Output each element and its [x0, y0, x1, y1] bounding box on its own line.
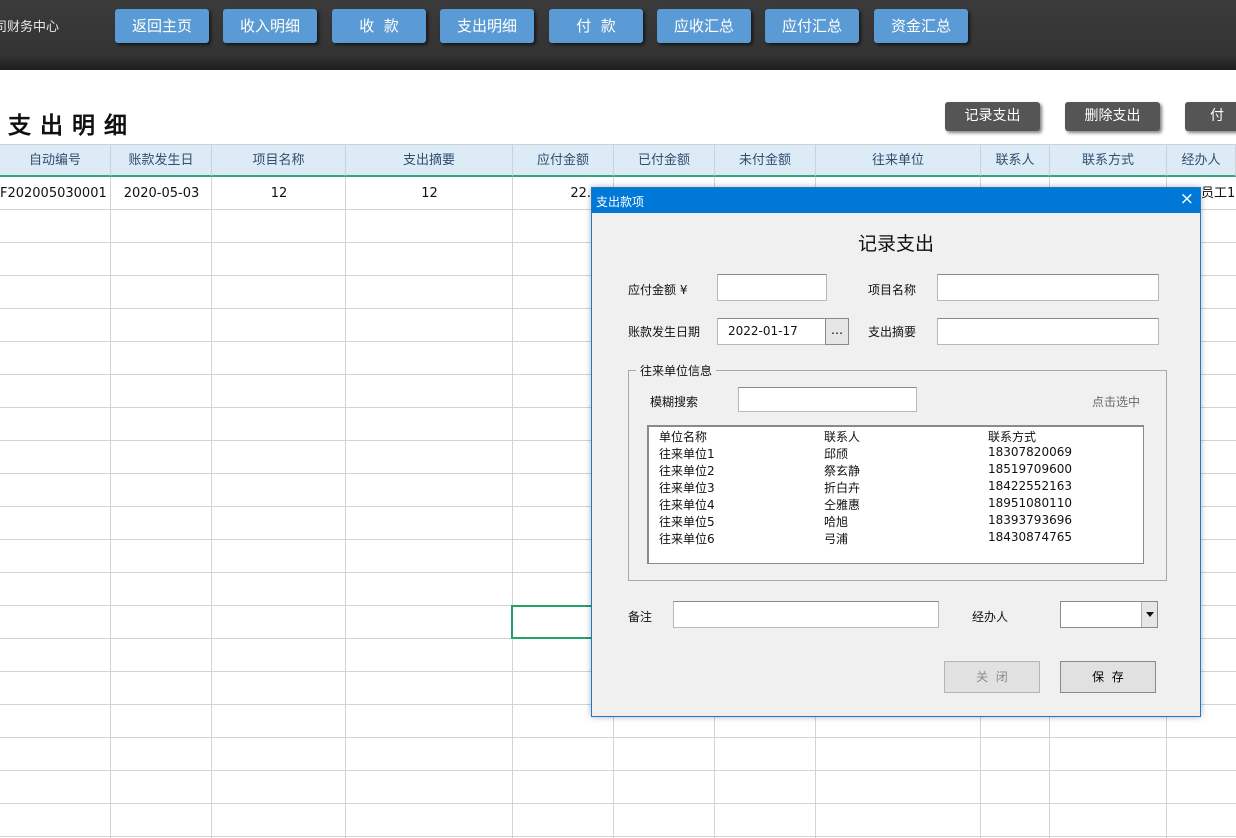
col-header-unpaid[interactable]: 未付金额	[715, 144, 816, 177]
list-item-phone: 18393793696	[988, 513, 1072, 527]
dialog-titlebar: 支出款项 ×	[592, 188, 1200, 213]
list-item[interactable]: 往来单位1 邱颀 18307820069	[659, 445, 1139, 462]
cell-date[interactable]: 2020-05-03	[111, 177, 212, 210]
list-item-unit: 往来单位1	[659, 447, 715, 461]
nav-expense-detail-button[interactable]: 支出明细	[440, 9, 534, 43]
delete-expense-button[interactable]: 删除支出	[1065, 102, 1160, 131]
nav-receivable-summary-button[interactable]: 应收汇总	[657, 9, 751, 43]
list-item-unit: 往来单位2	[659, 464, 715, 478]
excel-window: 司财务中心 返回主页 收入明细 收 款 支出明细 付 款 应收汇总 应付汇总 资…	[0, 0, 1236, 838]
summary-field[interactable]	[937, 318, 1159, 345]
search-input[interactable]	[738, 387, 917, 412]
date-field[interactable]: 2022-01-17	[717, 318, 826, 345]
list-header-phone: 联系方式	[988, 430, 1037, 444]
pay-button-partial[interactable]: 付	[1185, 102, 1236, 131]
counterparty-list[interactable]: 单位名称 联系人 联系方式 往来单位1 邱颀 18307820069 往来单位2…	[647, 425, 1144, 564]
col-header-payable[interactable]: 应付金额	[513, 144, 614, 177]
record-expense-button[interactable]: 记录支出	[945, 102, 1040, 131]
close-button[interactable]: 关 闭	[944, 661, 1040, 693]
nav-home-button[interactable]: 返回主页	[115, 9, 209, 43]
nav-receive-button[interactable]: 收 款	[332, 9, 426, 43]
handler-label: 经办人	[972, 610, 1009, 624]
col-header-handler[interactable]: 经办人	[1167, 144, 1236, 177]
nav-pay-button[interactable]: 付 款	[549, 9, 643, 43]
list-item-phone: 18422552163	[988, 479, 1072, 493]
dialog-heading: 记录支出	[857, 233, 934, 255]
list-item[interactable]: 往来单位2 祭玄静 18519709600	[659, 462, 1139, 479]
note-field[interactable]	[673, 601, 939, 628]
select-hint: 点击选中	[1092, 395, 1141, 409]
list-item-contact: 邱颀	[824, 447, 849, 461]
list-item-unit: 往来单位4	[659, 498, 715, 512]
nav-income-detail-button[interactable]: 收入明细	[223, 9, 317, 43]
list-item-unit: 往来单位3	[659, 481, 715, 495]
project-field[interactable]	[937, 274, 1159, 301]
selected-cell[interactable]	[511, 605, 601, 639]
list-item-unit: 往来单位5	[659, 515, 715, 529]
nav-payable-summary-button[interactable]: 应付汇总	[765, 9, 859, 43]
cell-project[interactable]: 12	[212, 177, 346, 210]
date-picker-button[interactable]: …	[825, 318, 849, 345]
app-title: 司财务中心	[0, 20, 60, 35]
list-header-unit: 单位名称	[659, 430, 708, 444]
list-item[interactable]: 往来单位4 仝雅惠 18951080110	[659, 496, 1139, 513]
col-header-date[interactable]: 账款发生日	[111, 144, 212, 177]
list-item-phone: 18307820069	[988, 445, 1072, 459]
cell-handler[interactable]: 员工1	[1201, 177, 1236, 210]
counterparty-group-title: 往来单位信息	[636, 362, 717, 379]
col-header-project[interactable]: 项目名称	[212, 144, 346, 177]
list-item-phone: 18430874765	[988, 530, 1072, 544]
handler-select[interactable]	[1060, 601, 1158, 628]
list-item[interactable]: 往来单位3 折白卉 18422552163	[659, 479, 1139, 496]
list-item[interactable]: 往来单位5 哈旭 18393793696	[659, 513, 1139, 530]
note-label: 备注	[628, 610, 653, 624]
list-item-phone: 18951080110	[988, 496, 1072, 510]
list-item[interactable]: 往来单位6 弓浦 18430874765	[659, 530, 1139, 547]
list-header: 单位名称 联系人 联系方式	[659, 428, 1139, 445]
col-header-paid[interactable]: 已付金额	[614, 144, 715, 177]
list-item-contact: 弓浦	[824, 532, 849, 546]
date-label: 账款发生日期	[628, 325, 701, 339]
list-item-phone: 18519709600	[988, 462, 1072, 476]
amount-label: 应付金额 ¥	[628, 283, 688, 297]
col-header-summary[interactable]: 支出摘要	[346, 144, 513, 177]
list-item-contact: 折白卉	[824, 481, 861, 495]
col-header-counterparty[interactable]: 往来单位	[816, 144, 981, 177]
list-header-contact: 联系人	[824, 430, 861, 444]
col-header-phone[interactable]: 联系方式	[1050, 144, 1167, 177]
dialog-title: 支出款项	[596, 195, 645, 209]
list-item-contact: 祭玄静	[824, 464, 861, 478]
summary-label: 支出摘要	[868, 325, 917, 339]
close-icon[interactable]: ×	[1180, 189, 1194, 209]
cell-id[interactable]: F202005030001	[0, 177, 111, 210]
list-item-contact: 哈旭	[824, 515, 849, 529]
cell-summary[interactable]: 12	[346, 177, 513, 210]
nav-fund-summary-button[interactable]: 资金汇总	[874, 9, 968, 43]
save-button[interactable]: 保 存	[1060, 661, 1156, 693]
cell-payable[interactable]: 22.	[513, 177, 591, 210]
expense-dialog: 支出款项 × 记录支出 应付金额 ¥ 项目名称 账款发生日期 2022-01-1…	[591, 187, 1201, 717]
chevron-down-icon[interactable]	[1141, 602, 1157, 627]
col-header-id[interactable]: 自动编号	[0, 144, 111, 177]
project-label: 项目名称	[868, 283, 917, 297]
col-header-contact[interactable]: 联系人	[981, 144, 1050, 177]
top-nav-bar: 司财务中心 返回主页 收入明细 收 款 支出明细 付 款 应收汇总 应付汇总 资…	[0, 0, 1236, 70]
list-item-contact: 仝雅惠	[824, 498, 861, 512]
sheet-title: 支出明细	[8, 113, 136, 139]
list-item-unit: 往来单位6	[659, 532, 715, 546]
search-label: 模糊搜索	[650, 395, 699, 409]
amount-field[interactable]	[717, 274, 827, 301]
